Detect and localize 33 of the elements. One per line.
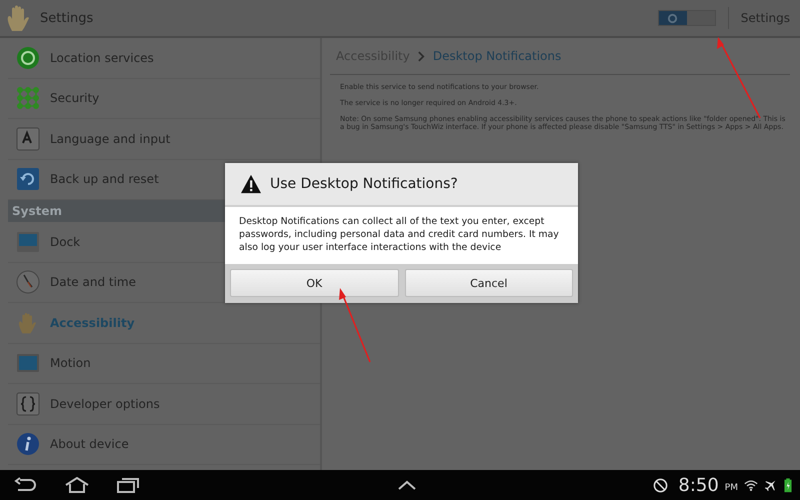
sidebar-item[interactable]: Developer options (8, 384, 320, 424)
sidebar-item[interactable]: Security (8, 78, 320, 119)
settings-label[interactable]: Settings (740, 11, 790, 25)
sidebar-item[interactable]: Motion (8, 344, 320, 384)
chevron-icon (418, 50, 425, 62)
keyboard-key-icon (16, 126, 40, 151)
dot-grid-icon (16, 86, 40, 110)
breadcrumb-link[interactable]: Desktop Notifications (432, 49, 562, 63)
sidebar-item[interactable]: About device (8, 424, 320, 465)
clock-time: 8:50 (678, 474, 719, 496)
airplane-icon (764, 478, 778, 492)
toggle-switch[interactable] (658, 10, 716, 26)
caret-up-icon[interactable] (396, 480, 417, 490)
target-icon (16, 46, 40, 70)
dialog-button[interactable]: Cancel (404, 269, 573, 298)
wifi-icon (744, 478, 758, 492)
battery-icon (784, 478, 792, 492)
clock-icon (16, 270, 40, 294)
braces-icon (16, 392, 40, 416)
home-icon[interactable] (64, 477, 90, 493)
circle-icon (667, 12, 678, 24)
recent-apps-icon[interactable] (116, 477, 140, 493)
dialog-button[interactable]: OK (230, 269, 398, 298)
monitor-icon (16, 230, 40, 254)
sidebar-item[interactable]: Language and input (8, 119, 320, 160)
clock-period: PM (724, 483, 738, 493)
sidebar-item[interactable]: Location services (8, 38, 320, 78)
screen-title: Settings (40, 10, 94, 26)
info-icon (16, 432, 40, 456)
restore-icon (16, 167, 40, 192)
warning-icon (240, 174, 262, 194)
back-icon[interactable] (14, 477, 38, 493)
blocked-icon (653, 478, 668, 492)
